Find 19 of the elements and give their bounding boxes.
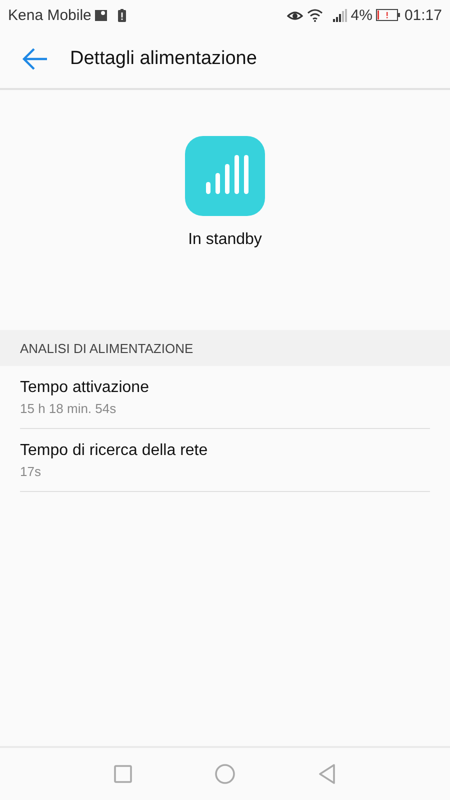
signal-app-icon xyxy=(185,136,265,216)
row-value: 17s xyxy=(20,464,42,478)
standby-label: In standby xyxy=(188,231,262,249)
recents-button[interactable] xyxy=(112,763,134,785)
row-value: 15 h 18 min. 54s xyxy=(20,400,118,416)
battery-percent: 4% xyxy=(350,6,372,24)
back-nav-button[interactable] xyxy=(316,763,338,785)
signal-icon xyxy=(332,8,347,22)
battery-icon xyxy=(376,9,400,21)
section-title: ANALISI DI ALIMENTAZIONE xyxy=(20,340,194,356)
carrier-name: Kena Mobile xyxy=(8,6,92,24)
page-title: Dettagli alimentazione xyxy=(70,48,257,70)
clock-time: 01:17 xyxy=(404,6,442,24)
wifi-icon xyxy=(306,8,323,22)
home-button[interactable] xyxy=(214,763,236,785)
eye-icon xyxy=(286,9,303,21)
battery-alert-icon xyxy=(118,8,126,22)
row-title: Tempo di ricerca della rete xyxy=(20,442,209,460)
row-title: Tempo attivazione xyxy=(20,378,150,396)
